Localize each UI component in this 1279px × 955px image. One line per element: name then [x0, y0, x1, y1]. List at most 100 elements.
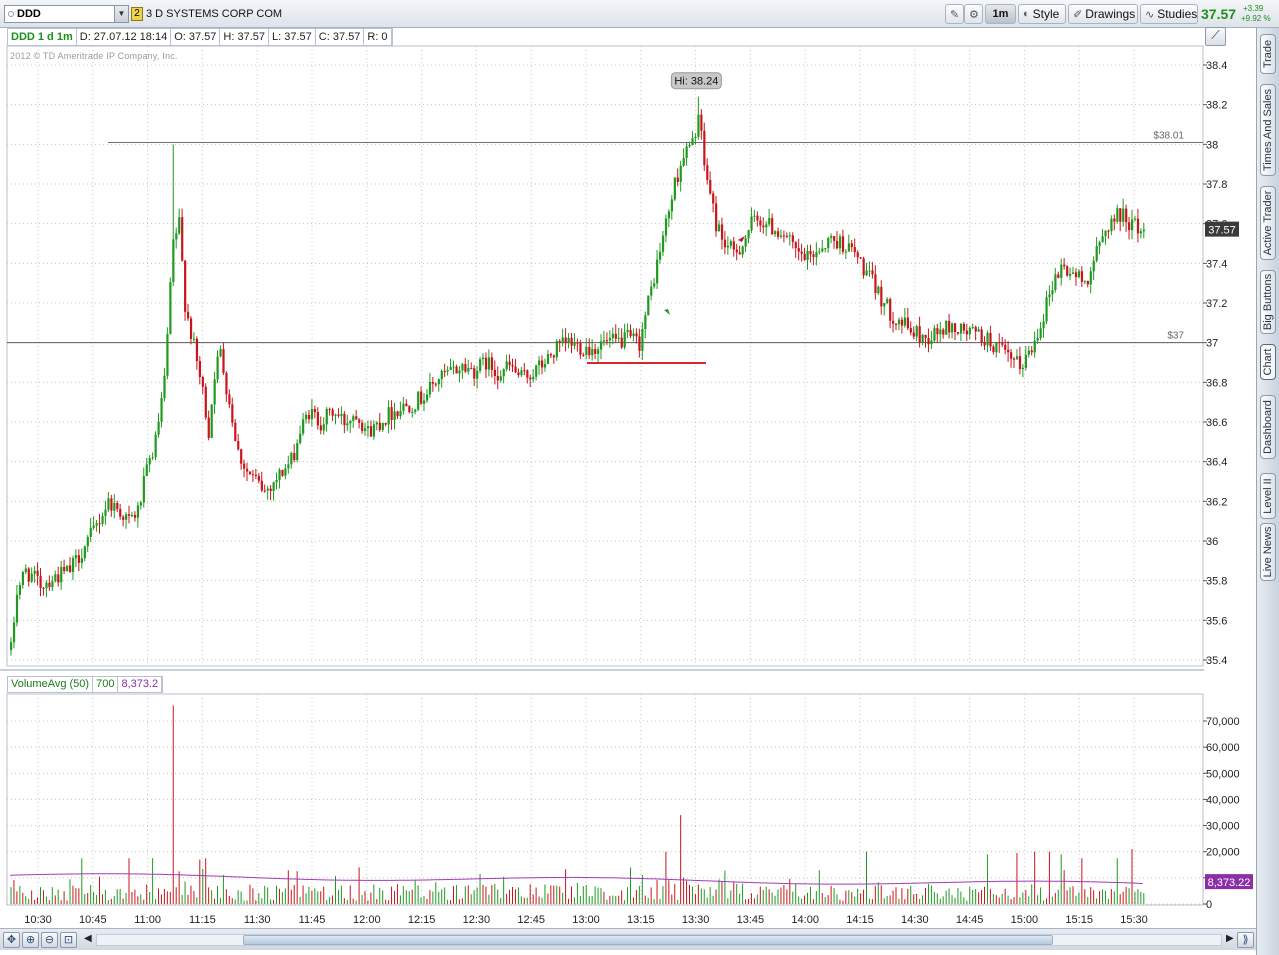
candle-body: [310, 408, 314, 420]
candle-body: [700, 114, 703, 131]
candle-body: [287, 464, 290, 469]
volume-tick-label: 70,000: [1206, 716, 1240, 728]
reset-zoom-button[interactable]: ⊡: [60, 932, 77, 948]
candle-body: [71, 558, 75, 572]
candle-body: [511, 365, 514, 367]
candle-body: [1042, 321, 1045, 329]
tab-dashboard[interactable]: Dashboard: [1260, 395, 1276, 459]
candle-body: [968, 327, 971, 335]
candle-body: [496, 376, 499, 381]
candle-body: [785, 235, 789, 237]
candle-body: [60, 566, 63, 583]
price-tick-label: 36.4: [1206, 457, 1227, 469]
tab-active-trader[interactable]: Active Trader: [1260, 186, 1276, 260]
candle-body: [859, 257, 862, 259]
volume-tick-label: 30,000: [1206, 821, 1240, 833]
candle-body: [39, 575, 42, 588]
candle-body: [602, 340, 606, 342]
candle-body: [54, 574, 57, 582]
candle-body: [228, 394, 231, 405]
candle-body: [449, 366, 452, 370]
price-tick-label: 36.2: [1206, 496, 1227, 508]
candle-body: [847, 243, 850, 252]
time-tick-label: 13:45: [737, 914, 765, 926]
candle-body: [741, 246, 744, 255]
chart-canvas[interactable]: 10:30 10:45 11:00 11:15 11:30 11:45 12:00 12:15…: [0, 0, 1256, 928]
candle-body: [989, 332, 992, 347]
candle-body: [538, 360, 541, 366]
candle-body: [656, 259, 659, 284]
candle-body: [1024, 354, 1027, 368]
candle-body: [27, 568, 30, 582]
tab-big-buttons[interactable]: Big Buttons: [1260, 270, 1276, 334]
candle-body: [983, 342, 986, 346]
candle-body: [921, 334, 924, 343]
candle-body: [473, 368, 476, 379]
study-name[interactable]: VolumeAvg (50): [8, 677, 94, 692]
candle-body: [965, 330, 968, 335]
candle-body: [856, 252, 859, 258]
expand-icon: ⟫: [1242, 934, 1249, 946]
drawing-tool-button[interactable]: ⟋: [1205, 27, 1226, 46]
candle-body: [405, 403, 408, 407]
zoom-in-icon: ⊕: [25, 934, 36, 946]
candle-body: [343, 413, 346, 426]
candle-body: [104, 509, 107, 517]
candle-body: [414, 409, 417, 412]
candle-body: [378, 422, 381, 430]
candle-body: [210, 404, 213, 438]
candle-body: [974, 327, 977, 332]
candle-body: [482, 357, 485, 360]
candle-body: [951, 323, 954, 333]
tab-chart[interactable]: Chart: [1260, 344, 1276, 380]
candle-body: [541, 360, 544, 368]
candle-body: [909, 328, 912, 333]
price-tick-label: 37.4: [1206, 258, 1227, 270]
candle-body: [1015, 356, 1019, 360]
candle-body: [791, 235, 794, 243]
candle-body: [661, 235, 665, 252]
tab-label: Live News: [1262, 526, 1274, 578]
candle-body: [874, 274, 877, 294]
scroll-thumb[interactable]: [243, 935, 1053, 945]
candle-body: [139, 502, 142, 506]
symbol-period[interactable]: DDD 1 d 1m: [8, 29, 77, 45]
candle-body: [263, 490, 266, 492]
tab-label: Chart: [1262, 348, 1274, 376]
candle-body: [850, 243, 853, 248]
time-tick-label: 15:15: [1065, 914, 1093, 926]
candle-body: [1010, 352, 1013, 359]
side-tab-strip: Trade Times And Sales Active Trader Big …: [1256, 28, 1279, 955]
tab-live-news[interactable]: Live News: [1260, 523, 1276, 581]
expand-button[interactable]: ⟫: [1237, 932, 1254, 948]
tab-trade[interactable]: Trade: [1260, 34, 1276, 74]
candle-body: [1021, 367, 1025, 370]
candle-body: [446, 369, 449, 372]
candle-body: [293, 452, 296, 461]
time-tick-label: 15:30: [1120, 914, 1148, 926]
candle-body: [322, 424, 325, 431]
candle-body: [886, 299, 889, 304]
time-tick-label: 13:15: [627, 914, 655, 926]
candle-body: [570, 337, 573, 346]
time-tick-label: 11:00: [134, 914, 161, 926]
zoom-in-button[interactable]: ⊕: [22, 932, 39, 948]
tab-level-ii[interactable]: Level II: [1260, 473, 1276, 519]
candle-body: [1001, 343, 1004, 345]
scroll-left-icon[interactable]: ◀: [84, 933, 92, 944]
tab-times-and-sales[interactable]: Times And Sales: [1260, 84, 1276, 176]
candle-body: [762, 225, 765, 228]
candle-body: [682, 158, 685, 166]
scroll-right-icon[interactable]: ▶: [1226, 933, 1234, 944]
zoom-out-button[interactable]: ⊖: [41, 932, 58, 948]
pan-button[interactable]: ✥: [3, 932, 20, 948]
candle-body: [358, 419, 361, 423]
candle-body: [434, 383, 437, 385]
scroll-track[interactable]: [96, 934, 1222, 946]
candle-body: [484, 357, 488, 370]
candle-body: [549, 354, 553, 356]
candle-body: [375, 422, 378, 425]
candle-body: [897, 319, 901, 325]
candle-body: [605, 340, 609, 342]
bar-range: R: 0: [364, 29, 392, 45]
